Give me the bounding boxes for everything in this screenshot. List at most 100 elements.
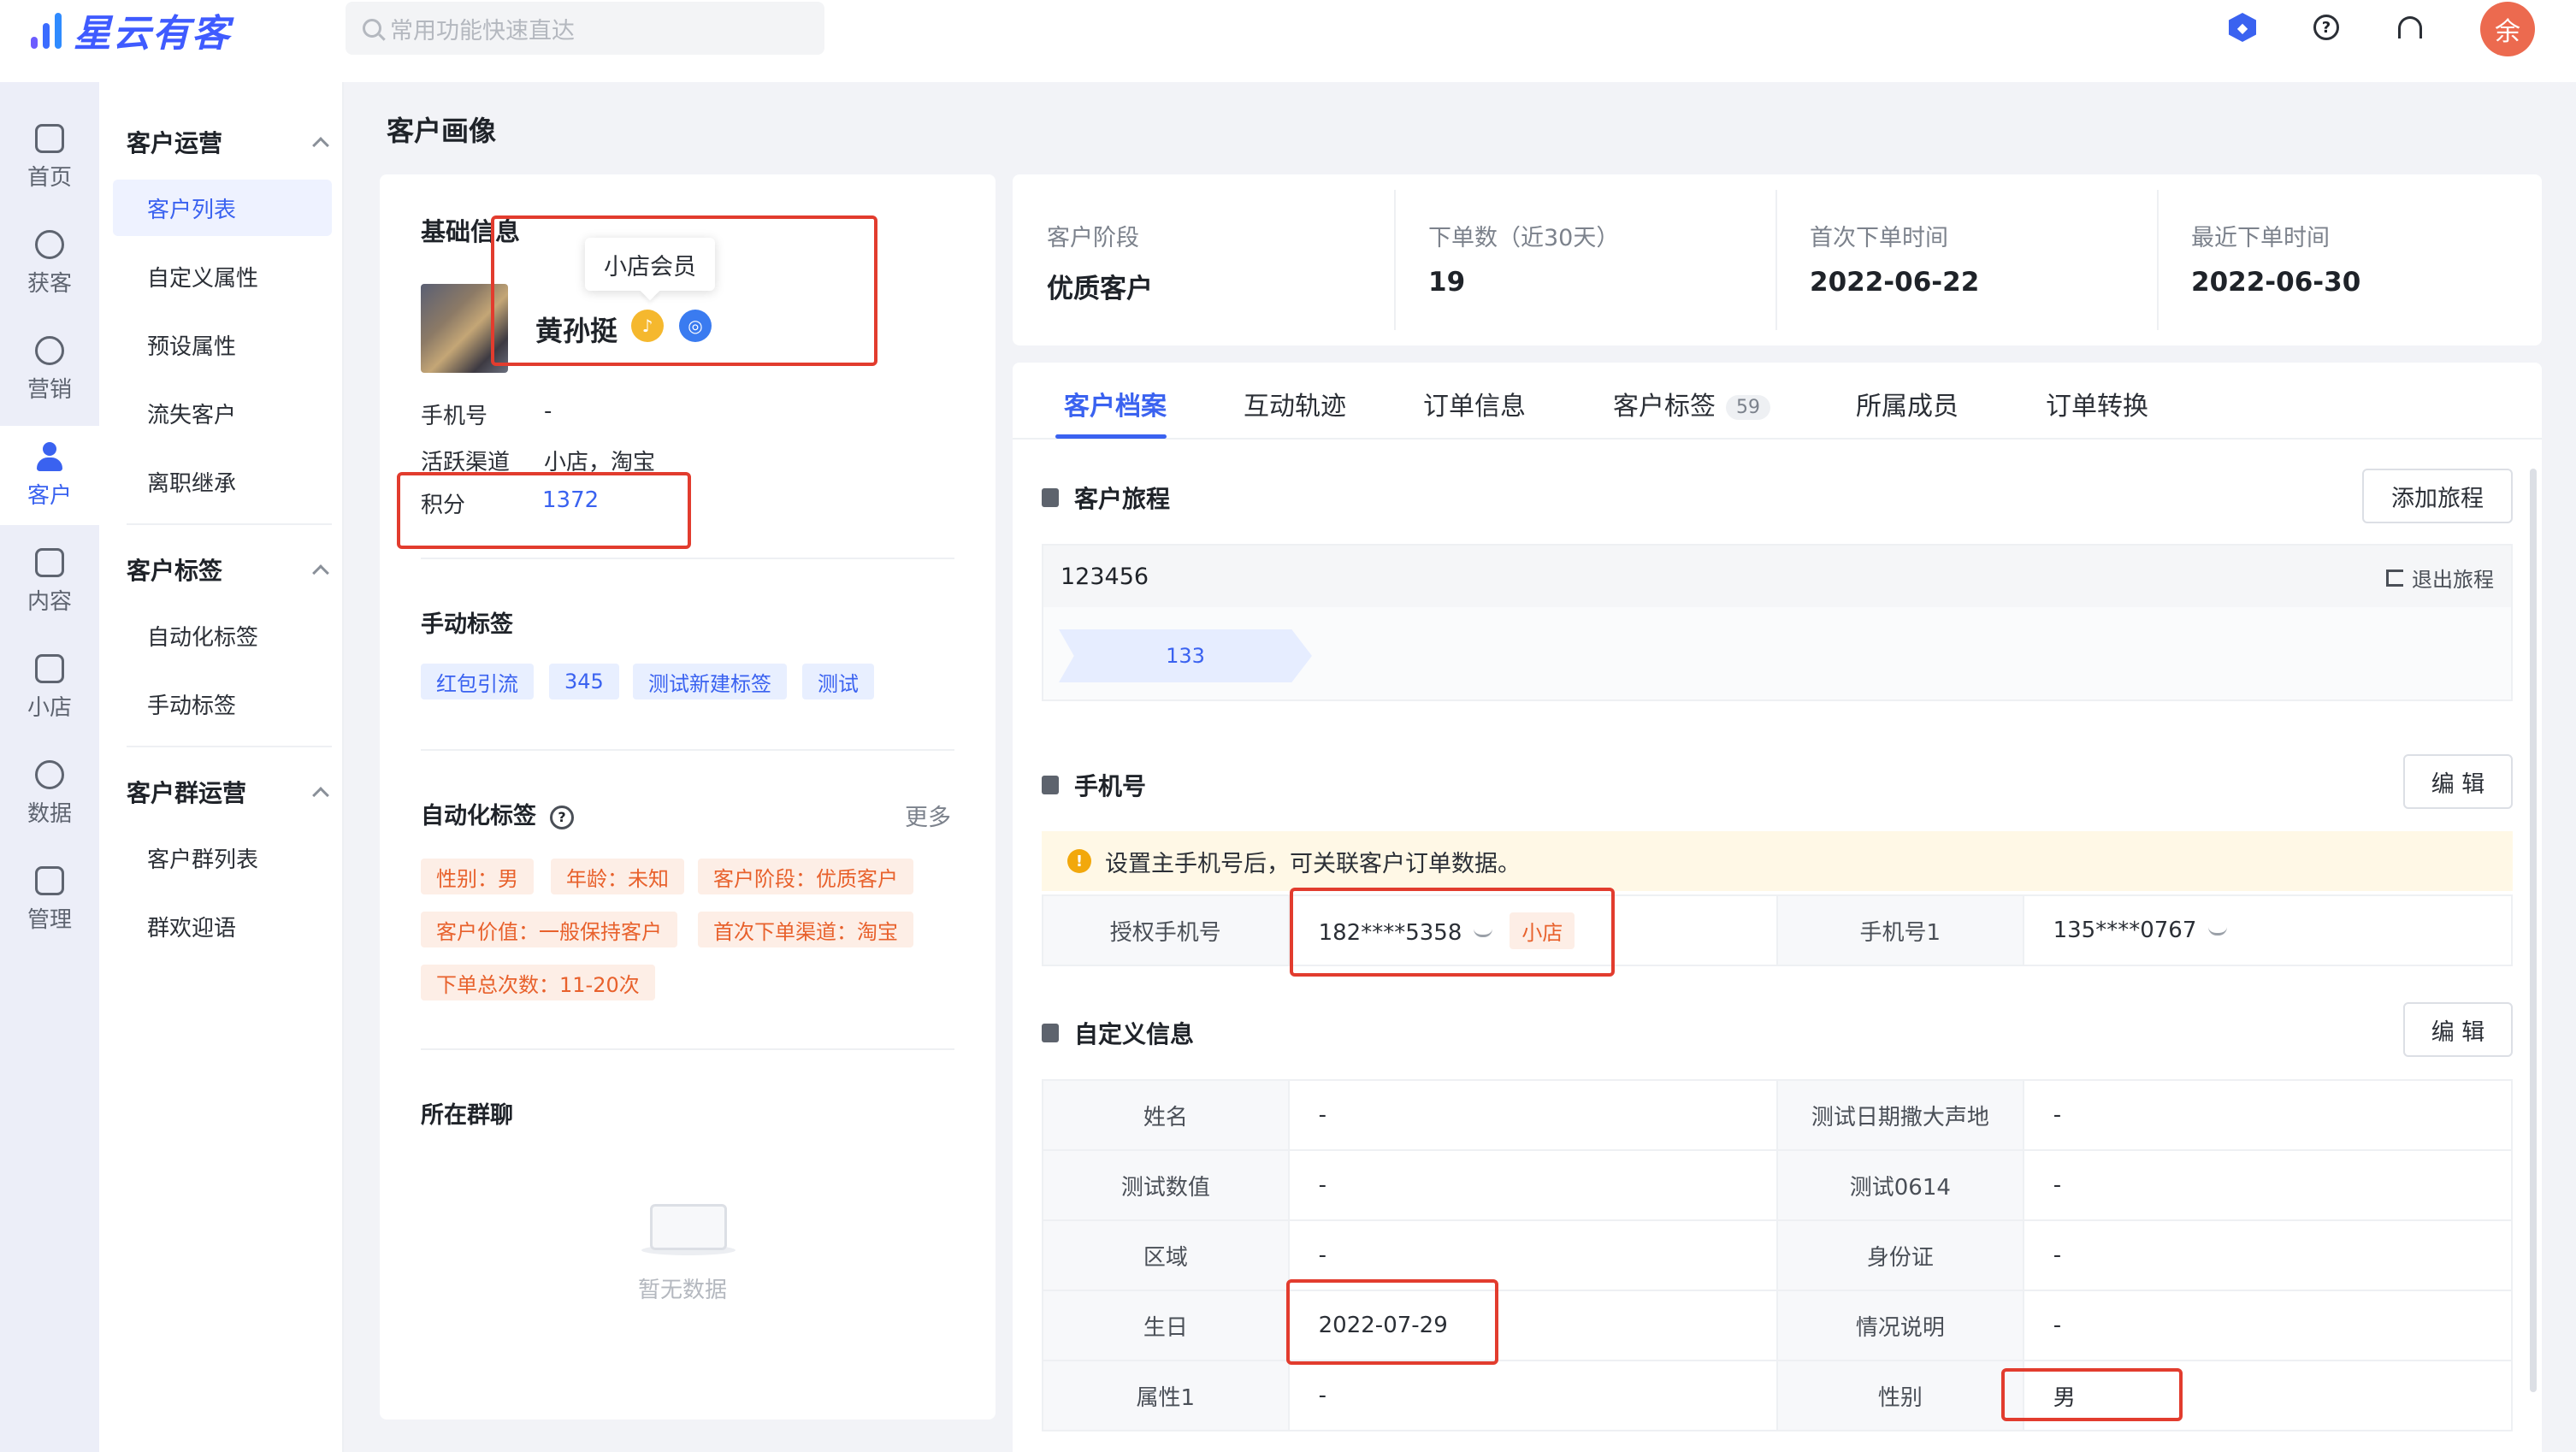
exit-icon bbox=[2386, 569, 2403, 587]
stat-label: 下单数（近30天） bbox=[1428, 225, 1620, 251]
annotation-box bbox=[397, 472, 691, 549]
rail-item-shop[interactable]: 小店 bbox=[0, 638, 99, 737]
table-value: - bbox=[2022, 1219, 2514, 1291]
subnav-item-preset-attr[interactable]: 预设属性 bbox=[113, 316, 332, 373]
tab-bar: 客户档案 互动轨迹 订单信息 客户标签 59 所属成员 订单转换 bbox=[1013, 363, 2542, 440]
table-row: 测试数值 - 测试0614 - bbox=[1042, 1149, 2514, 1221]
table-key: 生日 bbox=[1042, 1290, 1290, 1361]
tab-label: 客户标签 bbox=[1613, 392, 1716, 422]
tab-members[interactable]: 所属成员 bbox=[1856, 385, 1959, 422]
empty-inbox-icon bbox=[641, 1189, 736, 1255]
table-value: - bbox=[2022, 1149, 2514, 1221]
shop-icon bbox=[35, 653, 64, 683]
rail-item-customer[interactable]: 客户 bbox=[0, 426, 99, 525]
home-icon bbox=[35, 123, 64, 153]
journey-step[interactable]: 133 bbox=[1059, 629, 1312, 682]
search-input[interactable]: 常用功能快速直达 bbox=[346, 2, 824, 55]
auto-tags-title: 自动化标签? bbox=[421, 797, 574, 830]
rail-item-marketing[interactable]: 营销 bbox=[0, 320, 99, 419]
rail-item-content[interactable]: 内容 bbox=[0, 532, 99, 631]
top-bar: 星云有客 常用功能快速直达 ◆ ? 余 bbox=[0, 0, 2576, 82]
rail-label: 获客 bbox=[27, 270, 72, 297]
edit-custom-button[interactable]: 编 辑 bbox=[2403, 1002, 2513, 1057]
tab-tags[interactable]: 客户标签 59 bbox=[1613, 385, 1770, 422]
annotation-box bbox=[491, 215, 877, 366]
rail-item-manage[interactable]: 管理 bbox=[0, 850, 99, 949]
subnav-item-custom-attr[interactable]: 自定义属性 bbox=[113, 248, 332, 304]
tab-order-conversion[interactable]: 订单转换 bbox=[2046, 385, 2148, 422]
stat-orders-30d: 下单数（近30天） 19 bbox=[1394, 174, 1775, 345]
active-tab-indicator bbox=[1055, 434, 1167, 439]
auto-tags-more-link[interactable]: 更多 bbox=[905, 799, 951, 832]
help-icon[interactable]: ? bbox=[2311, 12, 2342, 43]
subnav-item-auto-tags[interactable]: 自动化标签 bbox=[113, 607, 332, 664]
bulb-icon bbox=[35, 335, 64, 365]
phone-label: 手机号 bbox=[421, 404, 488, 429]
profile-card: 基础信息 小店会员 黄孙挺 ♪ ◎ 手机号 - 活跃渠道 小店，淘宝 积分 13… bbox=[380, 174, 996, 1420]
subnav-item-manual-tags[interactable]: 手动标签 bbox=[113, 676, 332, 732]
chevron-up-icon bbox=[312, 564, 329, 581]
add-journey-button[interactable]: 添加旅程 bbox=[2362, 469, 2513, 523]
main-nav-rail: 首页 获客 营销 客户 内容 小店 数据 管理 bbox=[0, 82, 99, 1452]
subnav-item-welcome-msg[interactable]: 群欢迎语 bbox=[113, 898, 332, 954]
table-value: - bbox=[1287, 1079, 1779, 1151]
subnav-item-group-list[interactable]: 客户群列表 bbox=[113, 829, 332, 886]
user-avatar[interactable]: 余 bbox=[2480, 2, 2535, 56]
divider bbox=[127, 746, 332, 747]
cube-icon[interactable]: ◆ bbox=[2227, 12, 2258, 43]
edit-phone-button[interactable]: 编 辑 bbox=[2403, 754, 2513, 809]
table-key: 属性1 bbox=[1042, 1360, 1290, 1431]
table-value: 135****0767 bbox=[2022, 894, 2514, 966]
phone1-value: 135****0767 bbox=[2053, 918, 2197, 943]
auto-tag: 下单总次数：11-20次 bbox=[421, 965, 655, 1000]
auto-tags-title-text: 自动化标签 bbox=[421, 803, 536, 829]
help-icon[interactable]: ? bbox=[550, 805, 574, 829]
subnav-group-customer-ops[interactable]: 客户运营 bbox=[127, 125, 332, 159]
logo[interactable]: 星云有客 bbox=[31, 7, 231, 56]
empty-state-text: 暂无数据 bbox=[638, 1278, 728, 1303]
table-key: 授权手机号 bbox=[1042, 894, 1290, 966]
eye-closed-icon[interactable] bbox=[2208, 927, 2228, 936]
rail-item-home[interactable]: 首页 bbox=[0, 108, 99, 207]
subnav-item-resign-inherit[interactable]: 离职继承 bbox=[113, 453, 332, 510]
annotation-box bbox=[2001, 1368, 2183, 1421]
table-key: 情况说明 bbox=[1776, 1290, 2024, 1361]
rail-label: 内容 bbox=[27, 588, 72, 615]
annotation-box bbox=[1290, 888, 1615, 977]
tab-profile[interactable]: 客户档案 bbox=[1064, 385, 1167, 422]
auto-tag: 性别：男 bbox=[421, 859, 534, 894]
table-value: - bbox=[1287, 1149, 1779, 1221]
scrollbar[interactable] bbox=[2530, 469, 2537, 1392]
subnav-group-group-ops[interactable]: 客户群运营 bbox=[127, 775, 332, 809]
manual-tag: 红包引流 bbox=[421, 664, 534, 699]
manual-tags-title: 手动标签 bbox=[421, 611, 513, 638]
table-key: 手机号1 bbox=[1775, 894, 2024, 966]
manual-tag: 测试新建标签 bbox=[633, 664, 787, 699]
rail-label: 数据 bbox=[27, 800, 72, 827]
phone-notice: ! 设置主手机号后，可关联客户订单数据。 bbox=[1042, 831, 2513, 891]
phone-value: - bbox=[544, 398, 552, 424]
rail-item-data[interactable]: 数据 bbox=[0, 744, 99, 843]
custom-section-title: 自定义信息 bbox=[1074, 1020, 1195, 1048]
stat-label: 最近下单时间 bbox=[2191, 225, 2330, 251]
table-row: 姓名 - 测试日期撒大声地 - bbox=[1042, 1079, 2514, 1151]
grid-icon bbox=[35, 865, 64, 895]
headset-icon[interactable] bbox=[2395, 12, 2425, 43]
chevron-up-icon bbox=[312, 137, 329, 154]
stat-label: 客户阶段 bbox=[1047, 225, 1139, 251]
phone-section-header: 手机号 bbox=[1042, 768, 1146, 802]
chevron-up-icon bbox=[312, 787, 329, 804]
tab-orders[interactable]: 订单信息 bbox=[1423, 385, 1526, 422]
subnav-group-customer-tags[interactable]: 客户标签 bbox=[127, 552, 332, 587]
auto-tag: 首次下单渠道：淘宝 bbox=[698, 912, 913, 947]
notice-text: 设置主手机号后，可关联客户订单数据。 bbox=[1105, 850, 1521, 877]
subnav-item-lost-customers[interactable]: 流失客户 bbox=[113, 385, 332, 441]
auto-tag: 客户价值：一般保持客户 bbox=[421, 912, 677, 947]
manual-tag: 345 bbox=[549, 664, 619, 699]
stats-card: 客户阶段 优质客户 下单数（近30天） 19 首次下单时间 2022-06-22… bbox=[1013, 174, 2542, 345]
tab-interactions[interactable]: 互动轨迹 bbox=[1244, 385, 1346, 422]
subnav-item-customer-list[interactable]: 客户列表 bbox=[113, 180, 332, 236]
journey-box: 123456 退出旅程 133 bbox=[1042, 544, 2513, 701]
rail-item-acquire[interactable]: 获客 bbox=[0, 214, 99, 313]
exit-journey-button[interactable]: 退出旅程 bbox=[2386, 563, 2494, 593]
